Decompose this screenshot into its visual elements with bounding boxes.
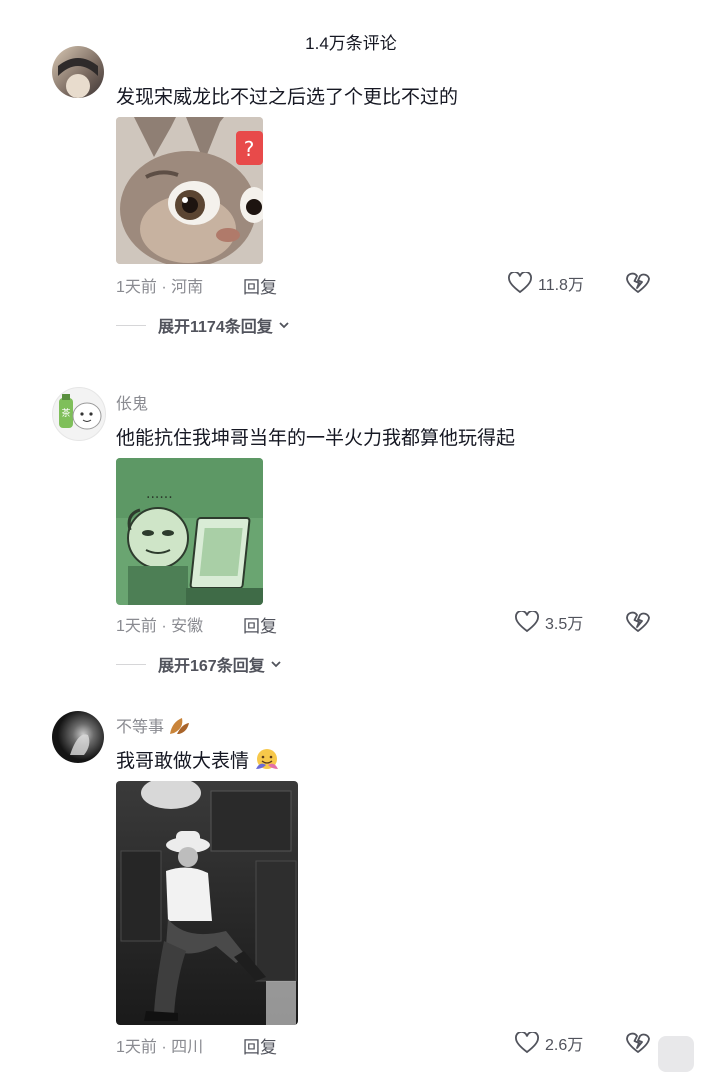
- avatar[interactable]: [52, 46, 104, 98]
- comment-time-location: 1天前 · 四川: [116, 1039, 204, 1056]
- scroll-handle[interactable]: [658, 1036, 694, 1072]
- like-button[interactable]: 11.8万: [508, 271, 584, 295]
- svg-text:?: ?: [244, 137, 255, 161]
- heart-icon: [515, 611, 539, 633]
- comment-time-location: 1天前 · 安徽: [116, 618, 204, 635]
- username[interactable]: 不等事: [116, 713, 190, 737]
- comment-image[interactable]: ?: [116, 117, 263, 264]
- comment-image[interactable]: ......: [116, 458, 263, 605]
- username[interactable]: 伥鬼: [116, 390, 148, 414]
- chevron-down-icon: [279, 322, 289, 329]
- broken-heart-icon[interactable]: [626, 271, 650, 295]
- rabbit-meme-image: ?: [116, 117, 263, 264]
- reply-button[interactable]: 回复: [243, 612, 277, 637]
- reply-button[interactable]: 回复: [243, 1033, 277, 1058]
- heart-icon: [515, 1032, 539, 1054]
- avatar-image-icon: [70, 734, 90, 755]
- broken-heart-icon[interactable]: [626, 1031, 650, 1055]
- cowboy-photo-image: [116, 781, 298, 1025]
- leaf-badge-icon: [170, 718, 190, 734]
- comment-text: 他能抗住我坤哥当年的一半火力我都算他玩得起: [116, 428, 516, 449]
- expand-replies-label: 展开167条回复: [158, 658, 265, 675]
- meme-dots: ......: [146, 486, 173, 502]
- svg-text:茶: 茶: [61, 407, 70, 419]
- like-count: 3.5万: [545, 616, 584, 633]
- comment-text: 我哥敢做大表情: [116, 746, 280, 773]
- avatar-image-icon: 茶: [59, 394, 102, 430]
- expand-replies-button[interactable]: 展开1174条回复: [116, 313, 291, 337]
- panda-meme-image: ......: [116, 458, 263, 605]
- like-count: 11.8万: [538, 277, 584, 294]
- like-count: 2.6万: [545, 1037, 584, 1054]
- heart-icon: [508, 272, 532, 294]
- like-button[interactable]: 3.5万: [515, 610, 583, 634]
- avatar[interactable]: 茶: [52, 387, 106, 441]
- expand-replies-button[interactable]: 展开167条回复: [116, 652, 283, 676]
- hugging-emoji-icon: [256, 749, 279, 769]
- comment-count-title: 1.4万条评论: [305, 34, 397, 53]
- avatar[interactable]: [52, 711, 104, 763]
- broken-heart-icon[interactable]: [626, 610, 650, 634]
- avatar-image-icon: [58, 58, 98, 98]
- reply-button[interactable]: 回复: [243, 273, 277, 298]
- divider: [116, 324, 146, 326]
- chevron-down-icon: [271, 661, 281, 668]
- comment-text-body: 我哥敢做大表情: [116, 751, 250, 772]
- divider: [116, 663, 146, 665]
- expand-replies-label: 展开1174条回复: [158, 319, 273, 336]
- username-text: 不等事: [116, 719, 165, 736]
- like-button[interactable]: 2.6万: [515, 1031, 583, 1055]
- comment-image[interactable]: [116, 781, 298, 1025]
- comment-text: 发现宋威龙比不过之后选了个更比不过的: [116, 87, 459, 108]
- comment-time-location: 1天前 · 河南: [116, 279, 204, 296]
